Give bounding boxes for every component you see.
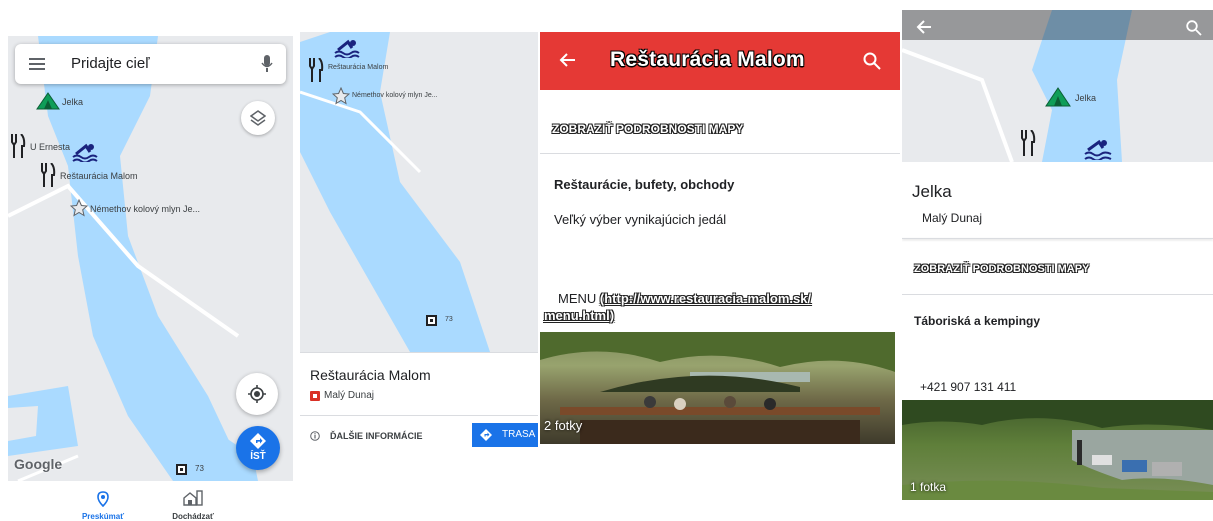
info-icon [310,431,320,441]
map-details-link[interactable]: ZOBRAZIŤ PODROBNOSTI MAPY [552,122,743,136]
divider [902,238,1213,239]
directions-icon [250,433,266,449]
place-subtitle: Malý Dunaj [922,211,983,225]
search-input[interactable]: Pridajte cieľ [71,55,150,72]
map-label-nemethov: Némethov kolový mlyn Je... [352,92,438,99]
star-marker-icon[interactable] [332,87,350,105]
menu-icon[interactable] [29,57,45,71]
nav-tab-explore[interactable]: Preskúmať [78,487,128,521]
menu-line: MENU (http://www.restauracia-malom.sk/ [558,290,898,308]
category-heading: Táboriská a kempingy [914,314,1041,328]
campsite-marker-icon[interactable] [36,92,60,110]
route-shield [176,464,187,475]
layers-icon [250,110,266,126]
layers-button[interactable] [241,101,275,135]
map-label-jelka: Jelka [62,97,84,107]
divider [300,415,538,416]
divider [902,294,1213,295]
commute-home-icon [183,490,203,506]
place-title: Jelka [912,182,952,201]
go-label: ÍSŤ [250,451,266,462]
map-details-link[interactable]: ZOBRAZIŤ PODROBNOSTI MAPY [914,263,1089,275]
location-pin-icon [97,491,109,507]
photo-count: 2 fotky [544,418,583,433]
map-label-u-ernesta: U Ernesta [30,142,71,152]
panel-campsite-details: Jelka Jelka Malý Dunaj ZOBRAZIŤ PODROBNO… [902,10,1213,500]
place-title: Reštaurácia Malom [310,367,431,383]
bottom-nav: Preskúmať Dochádzať [8,481,293,521]
campsite-marker-icon[interactable] [1045,87,1071,107]
route-shield [426,315,437,326]
menu-link[interactable]: (http://www.restauracia-malom.sk/ [600,291,811,306]
divider [540,153,900,154]
back-arrow-icon[interactable] [916,20,932,34]
search-icon[interactable] [863,52,881,70]
app-header: Reštaurácia Malom [540,32,900,90]
place-subtitle: Malý Dunaj [324,390,375,401]
place-card[interactable]: Reštaurácia Malom Malý Dunaj ĎALŠIE INFO… [300,352,538,454]
my-location-button[interactable] [236,373,278,415]
map-label-jelka: Jelka [1075,93,1097,103]
route-button-label: TRASA [502,429,536,440]
description-text: Veľký výber vynikajúcich jedál [554,212,727,227]
swimming-marker-icon[interactable] [1084,138,1112,160]
panel-place-card: Reštaurácia Malom Némethov kolový mlyn J… [300,32,538,454]
photo-count: 1 fotka [910,480,947,494]
back-arrow-icon[interactable] [558,52,576,68]
google-logo: Google [14,456,63,472]
more-info-button[interactable]: ĎALŠIE INFORMÁCIE [308,425,458,449]
gift-icon [310,391,320,401]
swimming-marker-icon[interactable] [334,38,360,58]
phone-number[interactable]: +421 907 131 411 [920,380,1016,394]
nav-tab-commute[interactable]: Dochádzať [168,487,218,521]
star-marker-icon[interactable] [70,199,88,217]
map-canvas[interactable] [300,32,538,352]
map-canvas[interactable]: Jelka [902,10,1213,162]
search-bar[interactable]: Pridajte cieľ [15,44,286,84]
photo-gallery[interactable]: 1 fotka [902,400,1213,500]
go-button[interactable]: ÍSŤ [236,426,280,470]
crosshair-icon [248,385,266,403]
restaurant-marker-icon[interactable] [40,163,56,187]
directions-icon [480,429,492,441]
map-label-restauracia: Reštaurácia Malom [60,171,138,181]
panel-place-details: Reštaurácia Malom ZOBRAZIŤ PODROBNOSTI M… [540,32,900,444]
menu-prefix: MENU [558,291,597,306]
microphone-icon[interactable] [261,55,273,73]
restaurant-marker-icon[interactable] [10,134,26,158]
search-icon[interactable] [1186,20,1202,36]
category-heading: Reštaurácie, bufety, obchody [554,177,735,192]
restaurant-marker-icon[interactable] [308,58,324,82]
map-label-restauracia: Reštaurácia Malom [328,64,389,71]
route-number: 73 [445,316,453,323]
swimming-marker-icon[interactable] [72,142,98,162]
route-number: 73 [195,464,204,473]
menu-link-continued[interactable]: menu.html) [544,308,614,323]
route-button[interactable]: TRASA [472,423,538,447]
panel-map-search: Pridajte cieľ Jelka U Ernesta Reštauráci… [8,36,293,481]
header-title: Reštaurácia Malom [610,48,805,71]
photo-gallery[interactable]: 2 fotky [540,332,895,444]
more-info-label: ĎALŠIE INFORMÁCIE [330,431,423,441]
map-label-nemethov: Némethov kolový mlyn Je... [90,204,201,214]
restaurant-marker-icon[interactable] [1020,130,1036,156]
